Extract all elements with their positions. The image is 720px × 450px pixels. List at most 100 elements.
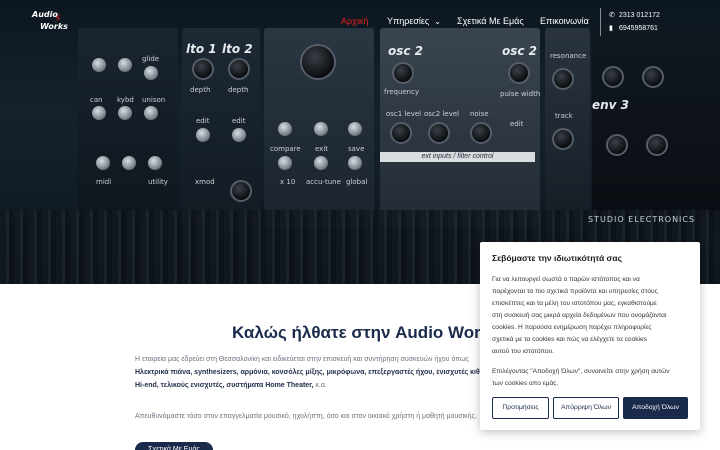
nav-divider	[600, 8, 601, 36]
cookie-text-line: αυτού του ιστοτόπου.	[492, 348, 555, 355]
mobile-number: 6945958761	[619, 25, 658, 32]
hero-label: unison	[142, 96, 166, 104]
knob	[348, 156, 362, 170]
hero-label: lto 2	[222, 42, 253, 56]
mobile-link[interactable]: ▮ 6945958761	[609, 24, 658, 32]
knob	[552, 128, 574, 150]
hero-label: kybd	[117, 96, 134, 104]
cookie-text-line: παρέχονται τα πιο σχετικά προϊόντα και υ…	[492, 288, 658, 295]
cookie-text-line: επισκέπτες και τα μέλη του ιστοτόπου μας…	[492, 300, 657, 307]
hero-label: osc 2	[388, 44, 424, 58]
about-us-button[interactable]: Σχετικά Με Εμάς	[135, 442, 213, 450]
hero-label: xmod	[195, 178, 215, 186]
about-line-3-tail: κ.α.	[313, 382, 327, 389]
knob	[196, 128, 210, 142]
nav-contact[interactable]: Επικοινωνία	[540, 16, 589, 26]
hero-label: osc 2	[502, 44, 538, 58]
knob	[118, 58, 132, 72]
hero-label: compare	[270, 145, 301, 153]
knob	[278, 156, 292, 170]
hero-label: pulse width	[500, 90, 541, 98]
knob	[606, 134, 628, 156]
knob	[192, 58, 214, 80]
knob	[646, 134, 668, 156]
hero-label: osc2 level	[424, 110, 460, 118]
cookie-consent-banner: Σεβόμαστε την ιδιωτικότητά σας Για να λε…	[480, 242, 700, 430]
audience-text: Απευθυνόμαστε τόσο στον επαγγελματία μου…	[135, 413, 477, 420]
knob	[602, 66, 624, 88]
about-line-3: Hi-end, τελικούς ενισχυτές, συστήματα Ho…	[135, 379, 535, 392]
knob	[92, 106, 106, 120]
about-line-1: Η εταιρεία μας εδρεύει στη Θεσσαλονίκη κ…	[135, 356, 469, 363]
hero-label: resonance	[550, 52, 587, 60]
hero-label: env 3	[592, 98, 630, 112]
knob	[300, 44, 336, 80]
services-list: Ηλεκτρικά πιάνα, synthesizers, αρμόνια, …	[135, 369, 499, 376]
phone-link[interactable]: ✆ 2313 012172	[609, 11, 660, 19]
hero-label: edit	[232, 117, 246, 125]
nav-services-label: Υπηρεσίες	[387, 16, 430, 26]
hero-label: utility	[148, 178, 168, 186]
synth-panel	[592, 28, 720, 228]
phone-icon: ✆	[609, 12, 615, 19]
nav-about[interactable]: Σχετικά Με Εμάς	[457, 16, 524, 26]
knob	[92, 58, 106, 72]
hero-label: STUDIO ELECTRONICS	[588, 215, 696, 224]
hero-label: frequency	[384, 88, 420, 96]
knob	[230, 180, 252, 202]
nav-home[interactable]: Αρχική	[341, 16, 368, 26]
knob	[314, 122, 328, 136]
hero-label: edit	[510, 120, 524, 128]
services-list-tail: Hi-end, τελικούς ενισχυτές, συστήματα Ho…	[135, 382, 314, 389]
hero-strip: ext inputs / filter control	[380, 152, 535, 162]
cookie-text-line: σχετικά με τα cookies και πώς να ελέγχετ…	[492, 336, 647, 343]
hero-label: noise	[470, 110, 489, 118]
mobile-icon: ▮	[609, 25, 613, 32]
knob	[232, 128, 246, 142]
site-logo[interactable]: Audio ⚡ Works	[32, 10, 72, 36]
cookie-reject-button[interactable]: Απόρριψη Όλων	[553, 397, 619, 419]
cookie-preferences-button[interactable]: Προτιμήσεις	[492, 397, 549, 419]
nav-services[interactable]: Υπηρεσίες ⌄	[387, 16, 441, 26]
chevron-down-icon: ⌄	[434, 17, 441, 26]
cookie-accept-button[interactable]: Αποδοχή Όλων	[623, 397, 688, 419]
site-header: Audio ⚡ Works Αρχική Υπηρεσίες ⌄ Σχετικά …	[0, 0, 720, 44]
hero-label: accu-tune	[306, 178, 341, 186]
hero-label: depth	[190, 86, 211, 94]
hero-label: glide	[142, 55, 160, 63]
cookie-text-line: των cookies απο εμάς.	[492, 380, 559, 387]
hero-label: depth	[228, 86, 249, 94]
cookie-text-line: cookies. Η παρούσα ενημέρωση παρέχει πλη…	[492, 324, 652, 331]
cookie-text-line: στη συσκευή σας μικρά αρχεία δεδομένων π…	[492, 312, 667, 319]
knob	[144, 66, 158, 80]
cookie-description: Για να λειτουργεί σωστά ο παρών ιστότοπο…	[492, 274, 688, 358]
cookie-button-row: Προτιμήσεις Απόρριψη Όλων Αποδοχή Όλων	[492, 397, 688, 419]
cookie-text-line: Επιλέγοντας "Αποδοχή Όλων", συναινείτε σ…	[492, 368, 670, 375]
hero-label: save	[348, 145, 365, 153]
knob	[148, 156, 162, 170]
hero-label: osc1 level	[386, 110, 422, 118]
knob	[96, 156, 110, 170]
knob	[428, 122, 450, 144]
logo-line2: Works	[40, 22, 68, 31]
hero-label: can	[90, 96, 103, 104]
knob	[470, 122, 492, 144]
knob	[314, 156, 328, 170]
knob	[390, 122, 412, 144]
phone-number: 2313 012172	[619, 12, 660, 19]
knob	[508, 62, 530, 84]
knob	[144, 106, 158, 120]
cookie-text-line: Για να λειτουργεί σωστά ο παρών ιστότοπο…	[492, 276, 640, 283]
knob	[348, 122, 362, 136]
knob	[552, 68, 574, 90]
knob	[392, 62, 414, 84]
hero-label: global	[346, 178, 368, 186]
about-line-2: Ηλεκτρικά πιάνα, synthesizers, αρμόνια, …	[135, 366, 535, 379]
knob	[228, 58, 250, 80]
cookie-title: Σεβόμαστε την ιδιωτικότητά σας	[492, 253, 622, 263]
hero-label: midi	[96, 178, 112, 186]
hero-label: lto 1	[186, 42, 217, 56]
knob	[642, 66, 664, 88]
welcome-heading: Καλώς ήλθατε στην Audio Works	[232, 323, 500, 342]
hero-label: edit	[196, 117, 210, 125]
